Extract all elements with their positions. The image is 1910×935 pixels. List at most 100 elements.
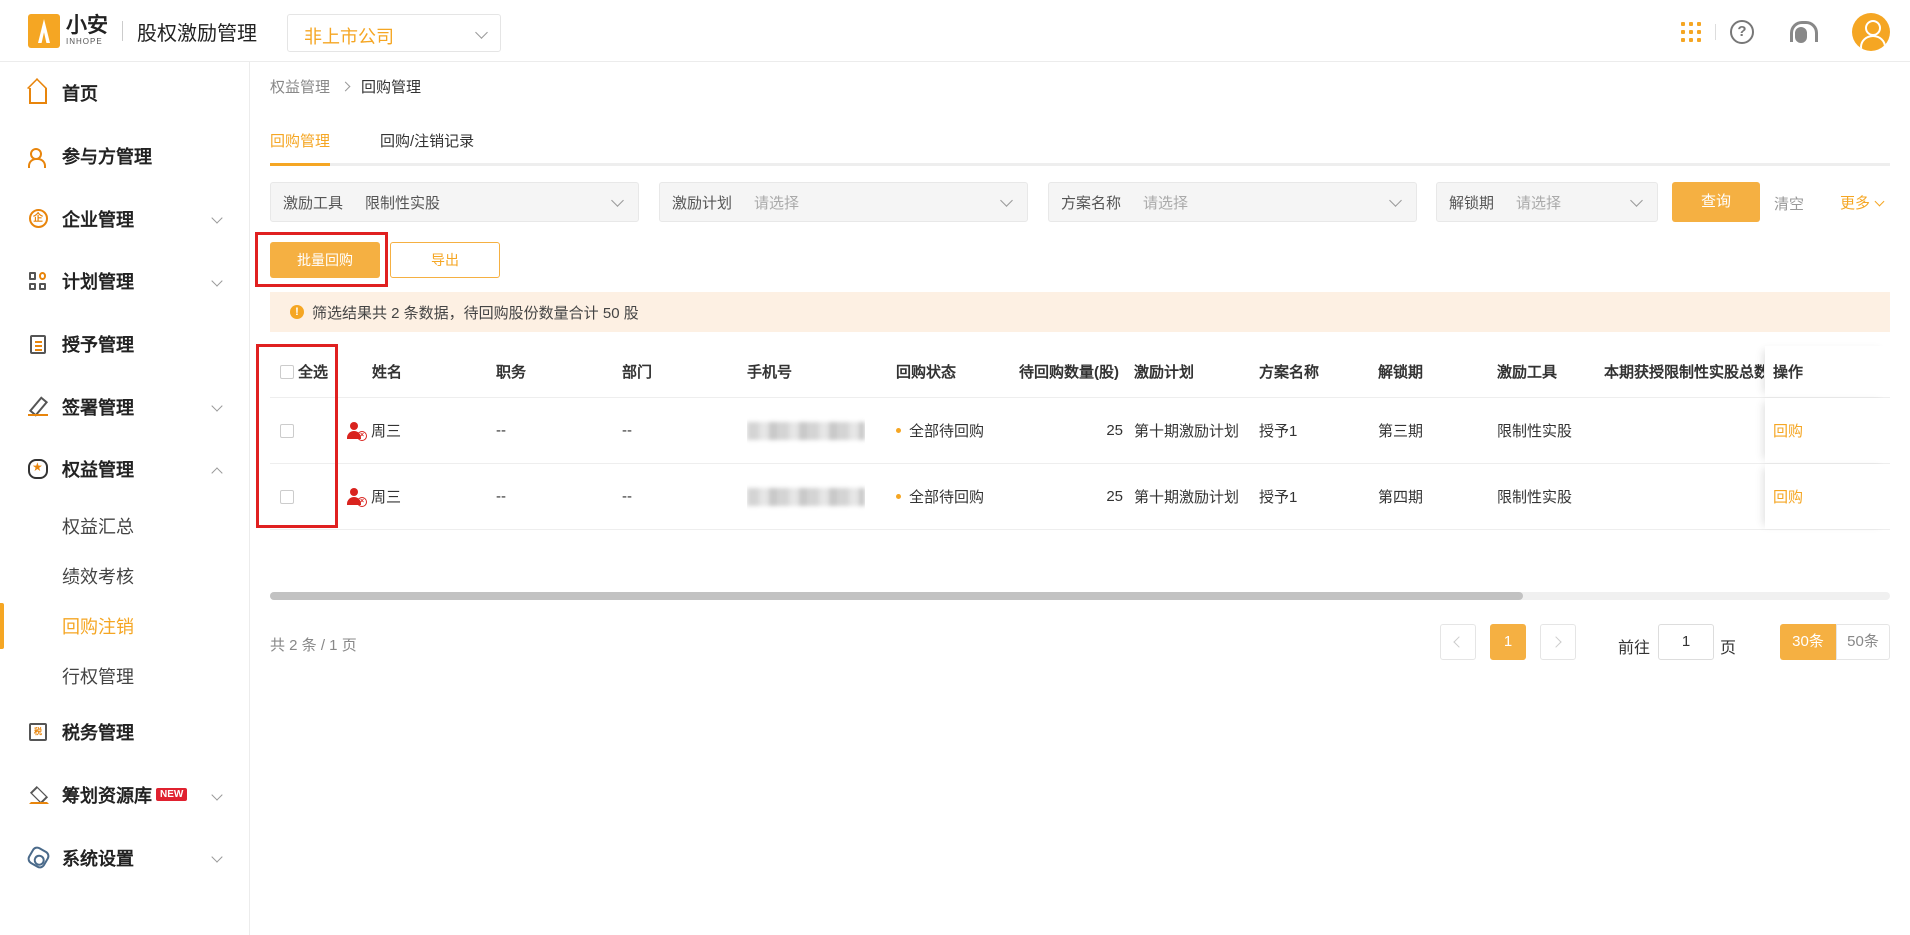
chevron-left-icon — [1453, 636, 1465, 648]
sidebar-subitem-summary[interactable]: 权益汇总 — [0, 501, 249, 551]
sidebar-item-grant[interactable]: 授予管理 — [0, 313, 249, 376]
sidebar-item-resources[interactable]: 筹划资源库 NEW — [0, 764, 249, 827]
row-qty: 25 — [1106, 488, 1123, 505]
filter-scheme[interactable]: 方案名称 请选择 — [1048, 182, 1417, 222]
row-status: 全部待回购 — [896, 464, 984, 529]
filter-plan[interactable]: 激励计划 请选择 — [659, 182, 1028, 222]
logo-icon — [28, 14, 60, 48]
apps-grid-icon[interactable] — [1681, 22, 1701, 42]
sidebar: 首页 参与方管理 企 企业管理 计划管理 授予管理 签署管理 权益管理 权益汇总… — [0, 62, 250, 935]
sidebar-item-label: 权益管理 — [62, 460, 134, 481]
column-header: 本期获授限制性实股总数 — [1604, 364, 1764, 381]
sidebar-item-enterprise[interactable]: 企 企业管理 — [0, 187, 249, 250]
breadcrumb-parent[interactable]: 权益管理 — [270, 76, 330, 97]
equity-icon — [28, 459, 48, 480]
divider — [122, 21, 123, 41]
row-name: 周三 — [371, 423, 402, 440]
prev-page-button[interactable] — [1440, 624, 1476, 660]
company-select[interactable]: 非上市公司 — [287, 14, 501, 52]
goto-label: 前往 — [1618, 640, 1651, 657]
row-title: -- — [496, 488, 506, 505]
row-tool: 限制性实股 — [1497, 423, 1573, 440]
sidebar-item-equity[interactable]: 权益管理 — [0, 438, 249, 501]
row-status-text: 全部待回购 — [909, 423, 985, 440]
sidebar-item-settings[interactable]: 系统设置 — [0, 826, 249, 889]
sidebar-subitem-exercise[interactable]: 行权管理 — [0, 651, 249, 701]
user-disabled-icon: × — [347, 487, 367, 507]
help-icon[interactable]: ? — [1730, 20, 1754, 44]
avatar[interactable] — [1852, 13, 1890, 51]
table-row: × 周三 -- -- 全部待回购 25 第十期激励计划 授予1 第三期 限制性实… — [270, 398, 1890, 464]
page-number-current[interactable]: 1 — [1490, 624, 1526, 660]
column-header: 手机号 — [747, 364, 793, 381]
sidebar-item-label: 系统设置 — [62, 848, 134, 869]
next-page-button[interactable] — [1540, 624, 1576, 660]
name-cell: × 周三 — [347, 464, 401, 529]
row-plan: 第十期激励计划 — [1134, 489, 1240, 506]
sidebar-item-participants[interactable]: 参与方管理 — [0, 125, 249, 188]
sidebar-item-label: 首页 — [62, 84, 98, 105]
new-badge: NEW — [156, 788, 188, 802]
buyback-link[interactable]: 回购 — [1773, 398, 1803, 463]
sidebar-item-label: 参与方管理 — [62, 147, 152, 168]
highlight-box — [256, 344, 338, 528]
table-header: 全选 姓名 职务 部门 手机号 回购状态 待回购数量(股) 激励计划 方案名称 … — [270, 346, 1890, 398]
column-header: 职务 — [496, 364, 527, 381]
sidebar-subitem-label: 绩效考核 — [62, 566, 134, 587]
tab-buyback-management[interactable]: 回购管理 — [270, 130, 331, 166]
tab-buyback-records[interactable]: 回购/注销记录 — [380, 130, 474, 163]
horizontal-scrollbar[interactable] — [270, 592, 1523, 600]
sidebar-subitem-buyback[interactable]: 回购注销 — [0, 601, 249, 651]
sidebar-item-label: 税务管理 — [62, 723, 134, 744]
column-header: 解锁期 — [1378, 364, 1424, 381]
buyback-link[interactable]: 回购 — [1773, 464, 1803, 529]
sidebar-item-tax[interactable]: 税 税务管理 — [0, 701, 249, 764]
export-button[interactable]: 导出 — [390, 242, 500, 278]
blurred-phone — [747, 421, 865, 440]
sign-icon — [28, 397, 48, 417]
page-size-30-button[interactable]: 30条 — [1780, 624, 1836, 660]
logo[interactable]: 小安 INHOPE 股权激励管理 — [28, 14, 257, 48]
sidebar-item-plan[interactable]: 计划管理 — [0, 250, 249, 313]
buyback-table: 全选 姓名 职务 部门 手机号 回购状态 待回购数量(股) 激励计划 方案名称 … — [270, 346, 1890, 530]
row-unlock: 第四期 — [1378, 489, 1424, 506]
filter-label: 方案名称 — [1061, 194, 1122, 212]
row-scheme: 授予1 — [1259, 423, 1298, 440]
sidebar-item-home[interactable]: 首页 — [0, 62, 249, 125]
warning-icon: ! — [290, 305, 304, 319]
notice-text: 筛选结果共 2 条数据，待回购股份数量合计 50 股 — [312, 304, 639, 322]
sidebar-item-label: 计划管理 — [62, 272, 134, 293]
customer-service-icon[interactable] — [1788, 19, 1818, 45]
grant-icon — [30, 334, 46, 354]
filter-unlock[interactable]: 解锁期 请选择 — [1436, 182, 1658, 222]
chevron-right-icon — [340, 81, 351, 92]
home-icon — [29, 88, 47, 105]
chevron-down-icon — [611, 194, 624, 207]
page-size-50-button[interactable]: 50条 — [1836, 624, 1890, 660]
row-scheme: 授予1 — [1259, 489, 1298, 506]
sidebar-subitem-performance[interactable]: 绩效考核 — [0, 551, 249, 601]
goto-page-input[interactable]: 1 — [1658, 624, 1714, 660]
breadcrumb-current: 回购管理 — [361, 79, 422, 96]
sidebar-item-label: 筹划资源库 — [62, 785, 152, 806]
goto-unit: 页 — [1720, 640, 1737, 657]
chevron-right-icon — [1550, 636, 1562, 648]
row-unlock: 第三期 — [1378, 423, 1424, 440]
pager-total: 共 2 条 / 1 页 — [270, 637, 357, 654]
chevron-down-icon — [1389, 194, 1402, 207]
query-button[interactable]: 查询 — [1672, 182, 1760, 222]
more-filters-button[interactable]: 更多 — [1840, 192, 1885, 213]
more-filters-label: 更多 — [1840, 195, 1871, 212]
blurred-phone — [747, 487, 865, 506]
operation-column: 操作 — [1765, 346, 1890, 397]
column-header: 激励工具 — [1497, 364, 1558, 381]
resource-icon — [28, 786, 49, 804]
filter-tool[interactable]: 激励工具 限制性实股 — [270, 182, 639, 222]
tax-icon: 税 — [29, 723, 47, 742]
sidebar-subitem-label: 权益汇总 — [62, 516, 134, 537]
clear-button[interactable]: 清空 — [1774, 193, 1804, 214]
sidebar-item-sign[interactable]: 签署管理 — [0, 375, 249, 438]
divider — [1715, 24, 1716, 40]
breadcrumb: 权益管理 回购管理 — [270, 76, 421, 97]
chevron-down-icon — [211, 275, 223, 287]
